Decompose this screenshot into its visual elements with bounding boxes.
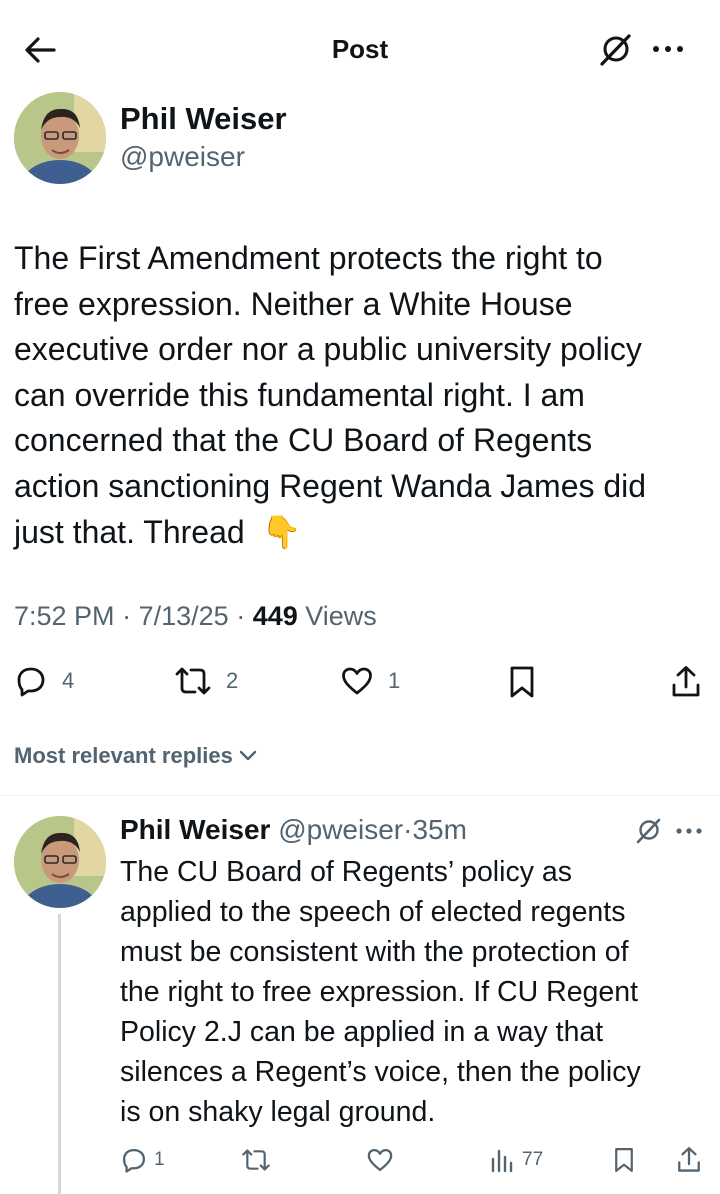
avatar-photo <box>14 816 106 908</box>
avatar[interactable] <box>14 92 106 184</box>
reply-count: 4 <box>62 668 75 693</box>
share-icon <box>678 1147 700 1172</box>
heart-icon <box>342 667 372 695</box>
reply-more-button[interactable] <box>674 820 704 842</box>
replies-sort-label: Most relevant replies <box>14 743 233 768</box>
post-text-line: executive order nor a public university … <box>14 331 642 368</box>
reply-text-line: The CU Board of Regents’ policy as <box>120 856 572 888</box>
repost-count: 2 <box>226 668 239 693</box>
post-date[interactable]: 7/13/25 <box>139 601 229 631</box>
post-text-line-last: just that. Thread 👇 <box>14 510 714 556</box>
bookmark-icon <box>615 1148 633 1172</box>
reply-text-line: Policy 2.J can be applied in a way that <box>120 1016 604 1048</box>
post-text: The First Amendment protects the right t… <box>14 236 714 555</box>
avatar-photo <box>14 92 106 184</box>
reply-share-button[interactable] <box>676 1145 702 1175</box>
reply-icon <box>122 1148 146 1173</box>
thread-line <box>58 914 61 1194</box>
reply-repost-button[interactable] <box>241 1146 271 1174</box>
divider <box>0 795 720 796</box>
grok-icon <box>600 34 631 66</box>
more-horizontal-icon <box>676 828 702 834</box>
reply-reply-count: 1 <box>154 1149 165 1170</box>
bar-chart-icon <box>491 1149 513 1173</box>
post-text-line: The First Amendment protects the right t… <box>14 240 603 276</box>
reply-text: The CU Board of Regents’ policy as appli… <box>120 852 716 1132</box>
reply-views-count: 77 <box>522 1149 544 1170</box>
grok-button[interactable] <box>596 30 636 70</box>
post-meta: 7:52 PM · 7/13/25 · 449 Views <box>14 601 377 631</box>
back-button[interactable] <box>20 32 60 68</box>
reply-reply-button[interactable]: 1 <box>120 1146 165 1174</box>
post-text-line: action sanctioning Regent Wanda James di… <box>14 467 647 504</box>
post-text-line: can override this fundamental right. I a… <box>14 376 585 413</box>
replies-sort-dropdown[interactable]: Most relevant replies <box>14 743 259 769</box>
more-options-button[interactable] <box>650 36 686 62</box>
reply-author-handle[interactable]: @pweiser <box>278 814 403 845</box>
bookmark-icon <box>510 666 534 698</box>
author-name[interactable]: Phil Weiser <box>120 101 287 137</box>
reply-avatar[interactable] <box>14 816 106 908</box>
views-label: Views <box>305 601 377 631</box>
post-time[interactable]: 7:52 PM <box>14 601 115 631</box>
repost-button[interactable]: 2 <box>174 664 238 698</box>
reply-header: Phil Weiser @pweiser·35m <box>120 814 467 845</box>
views-count: 449 <box>252 601 298 631</box>
post-text-line: free expression. Neither a White House <box>14 285 573 322</box>
post-text-line: concerned that the CU Board of Regents <box>14 422 593 459</box>
reply-grok-button[interactable] <box>634 816 664 846</box>
reply-bookmark-button[interactable] <box>612 1146 636 1174</box>
share-button[interactable] <box>670 664 702 700</box>
reply-icon <box>17 667 45 697</box>
reply-like-button[interactable] <box>366 1146 394 1174</box>
like-count: 1 <box>388 668 401 693</box>
repost-icon <box>175 667 211 695</box>
reply-button[interactable]: 4 <box>14 664 74 698</box>
reply-text-line: the right to free expression. If CU Rege… <box>120 976 639 1008</box>
heart-icon <box>367 1148 393 1172</box>
reply-views-button[interactable]: 77 <box>490 1146 543 1174</box>
reply-text-line: silences a Regent’s voice, then the poli… <box>120 1056 641 1088</box>
author-handle[interactable]: @pweiser <box>120 141 245 173</box>
reply-text-line: applied to the speech of elected regents <box>120 896 626 928</box>
grok-icon <box>636 818 661 844</box>
reply-text-line: is on shaky legal ground. <box>120 1096 436 1128</box>
reply-author-name[interactable]: Phil Weiser <box>120 814 270 845</box>
repost-icon <box>242 1149 270 1171</box>
chevron-down-icon <box>239 750 257 761</box>
reply-text-line: must be consistent with the protection o… <box>120 936 629 968</box>
share-icon <box>672 666 700 697</box>
post-text-line: just that. Thread <box>14 513 245 550</box>
page-title: Post <box>331 34 389 64</box>
reply-age[interactable]: 35m <box>412 814 466 845</box>
like-button[interactable]: 1 <box>340 664 400 698</box>
bookmark-button[interactable] <box>507 664 537 700</box>
more-horizontal-icon <box>653 46 683 52</box>
arrow-left-icon <box>25 37 56 63</box>
pointing-down-emoji: 👇 <box>261 513 302 550</box>
